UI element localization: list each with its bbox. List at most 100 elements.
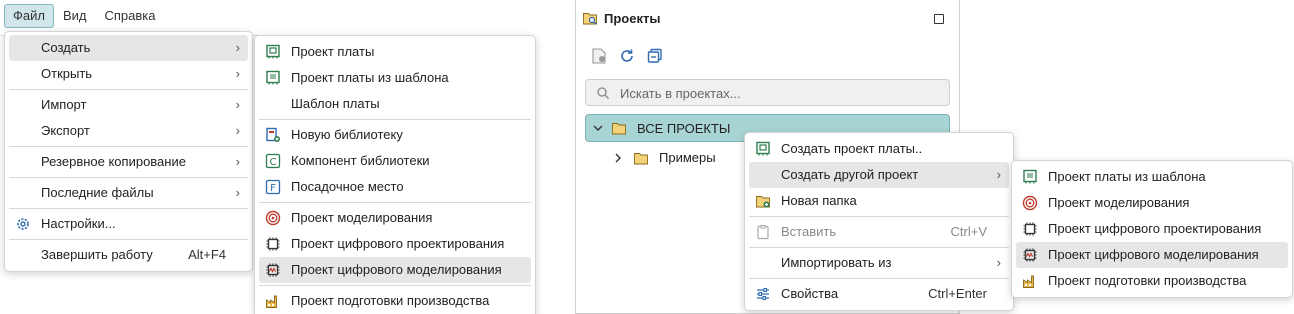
menu-item-simulation[interactable]: Проект моделирования <box>1016 190 1288 216</box>
refresh-icon[interactable] <box>618 47 636 65</box>
menu-item-recent[interactable]: Последние файлы › <box>9 180 248 206</box>
menubar: Файл Вид Справка <box>0 0 165 32</box>
menu-item-digital-simulation[interactable]: Проект цифрового моделирования <box>1016 242 1288 268</box>
menu-item-create[interactable]: Создать › <box>9 35 248 61</box>
collapse-all-icon[interactable] <box>646 47 664 65</box>
menu-item-manufacturing[interactable]: Проект подготовки производства <box>1016 268 1288 294</box>
menu-item-backup[interactable]: Резервное копирование › <box>9 149 248 175</box>
menu-item-label: Проект подготовки производства <box>1048 273 1247 288</box>
menu-file[interactable]: Файл <box>4 4 54 28</box>
chevron-right-icon: › <box>235 154 240 169</box>
menu-item-digital-simulation-project[interactable]: Проект цифрового моделирования <box>259 257 531 283</box>
menu-item-new-folder[interactable]: Новая папка <box>749 188 1009 214</box>
paste-icon <box>757 225 769 240</box>
factory-icon <box>266 295 277 308</box>
menu-item-board-from-template[interactable]: Проект платы из шаблона <box>259 65 531 91</box>
new-project-icon[interactable] <box>590 47 608 65</box>
menu-item-library-component[interactable]: C Компонент библиотеки <box>259 148 531 174</box>
gear-icon <box>17 218 29 230</box>
svg-text:C: C <box>270 157 277 168</box>
menu-item-create-other[interactable]: Создать другой проект › <box>749 162 1009 188</box>
menu-item-board-project[interactable]: Проект платы <box>259 39 531 65</box>
menu-item-board-template[interactable]: Шаблон платы <box>259 91 531 117</box>
menu-item-settings[interactable]: Настройки... <box>9 211 248 237</box>
chevron-right-icon: › <box>235 123 240 138</box>
separator <box>749 216 1009 217</box>
board-template-icon <box>1023 169 1037 184</box>
separator <box>259 285 531 286</box>
sliders-icon <box>757 287 769 301</box>
menu-item-import-from[interactable]: Импортировать из › <box>749 250 1009 276</box>
search-icon <box>597 87 609 99</box>
menu-item-label: Свойства <box>781 286 839 301</box>
menu-item-properties[interactable]: Свойства Ctrl+Enter <box>749 281 1009 307</box>
board-icon <box>756 141 770 156</box>
project-search <box>585 79 950 106</box>
menu-item-label: Импорт <box>41 97 87 112</box>
menu-item-label: Проект платы <box>291 44 375 59</box>
menu-item-label: Посадочное место <box>291 179 404 194</box>
menu-item-board-from-template[interactable]: Проект платы из шаблона <box>1016 164 1288 190</box>
menu-item-label: Проект платы из шаблона <box>291 70 449 85</box>
chip-icon <box>266 237 280 251</box>
menu-item-create-board[interactable]: Создать проект платы.. <box>749 136 1009 162</box>
chevron-right-icon: › <box>996 255 1001 270</box>
menu-item-label: Последние файлы <box>41 185 154 200</box>
menu-item-label: Проект цифрового проектирования <box>291 236 505 251</box>
svg-text:F: F <box>270 183 276 194</box>
simulation-icon <box>1022 195 1038 211</box>
folder-icon <box>634 153 648 165</box>
chevron-down-icon[interactable] <box>592 122 604 134</box>
file-menu: Создать › Открыть › Импорт › Экспорт › Резер… <box>4 31 253 272</box>
board-icon <box>266 44 280 59</box>
menu-item-label: Новую библиотеку <box>291 127 403 142</box>
board-template-icon <box>266 70 280 85</box>
separator <box>9 239 248 240</box>
shortcut-label: Alt+F4 <box>188 247 226 262</box>
shortcut-label: Ctrl+V <box>950 224 987 239</box>
menu-item-label: Проект платы из шаблона <box>1048 169 1206 184</box>
menu-item-label: Проект цифрового проектирования <box>1048 221 1262 236</box>
tree-item-label: ВСЕ ПРОЕКТЫ <box>637 121 731 136</box>
menu-item-label: Экспорт <box>41 123 90 138</box>
menu-item-label: Создать проект платы.. <box>781 141 923 156</box>
simulation-icon <box>265 210 281 226</box>
panel-title: Проекты <box>604 11 661 26</box>
folder-icon <box>612 123 626 135</box>
menu-item-open[interactable]: Открыть › <box>9 61 248 87</box>
menu-item-exit[interactable]: Завершить работу Alt+F4 <box>9 242 248 268</box>
menu-item-manufacturing-project[interactable]: Проект подготовки производства <box>259 288 531 314</box>
library-icon <box>266 127 280 142</box>
menu-item-export[interactable]: Экспорт › <box>9 118 248 144</box>
menu-item-footprint[interactable]: F Посадочное место <box>259 174 531 200</box>
menu-help[interactable]: Справка <box>96 4 165 28</box>
menu-item-label: Проект подготовки производства <box>291 293 490 308</box>
separator <box>749 278 1009 279</box>
separator <box>9 208 248 209</box>
chevron-right-icon: › <box>996 167 1001 182</box>
menu-item-label: Создать другой проект <box>781 167 919 182</box>
menu-item-digital-design-project[interactable]: Проект цифрового проектирования <box>259 231 531 257</box>
menu-item-label: Компонент библиотеки <box>291 153 430 168</box>
chip-wave-icon <box>266 263 280 277</box>
chip-icon <box>1023 222 1037 236</box>
menu-item-new-library[interactable]: Новую библиотеку <box>259 122 531 148</box>
projects-icon <box>583 13 597 25</box>
menu-item-digital-design[interactable]: Проект цифрового проектирования <box>1016 216 1288 242</box>
separator <box>9 89 248 90</box>
menu-item-paste[interactable]: Вставить Ctrl+V <box>749 219 1009 245</box>
menu-view[interactable]: Вид <box>54 4 96 28</box>
menu-item-label: Импортировать из <box>781 255 892 270</box>
menu-item-label: Новая папка <box>781 193 857 208</box>
menu-item-label: Проект моделирования <box>291 210 433 225</box>
menu-item-label: Шаблон платы <box>291 96 380 111</box>
chevron-right-icon[interactable] <box>612 152 624 164</box>
menu-item-label: Создать <box>41 40 91 55</box>
component-icon: C <box>265 153 281 169</box>
search-input[interactable] <box>620 84 940 102</box>
shortcut-label: Ctrl+Enter <box>928 286 987 301</box>
chevron-right-icon: › <box>235 97 240 112</box>
menu-item-import[interactable]: Импорт › <box>9 92 248 118</box>
maximize-button[interactable] <box>934 14 944 24</box>
menu-item-simulation-project[interactable]: Проект моделирования <box>259 205 531 231</box>
